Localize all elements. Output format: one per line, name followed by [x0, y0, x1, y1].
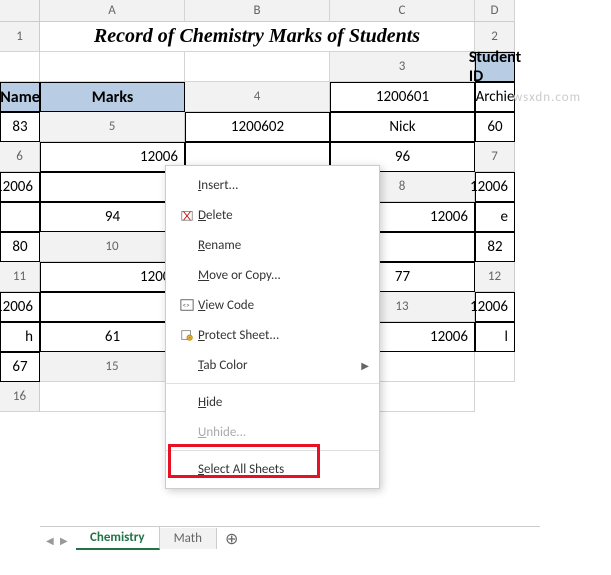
row-header-11[interactable]: 11 [0, 262, 40, 292]
row-header-5[interactable]: 5 [40, 112, 185, 142]
submenu-arrow-icon: ▶ [361, 359, 369, 372]
cell-b2[interactable] [0, 52, 40, 82]
cell-d15[interactable] [475, 352, 515, 382]
row-header-7[interactable]: 7 [475, 142, 515, 172]
tab-chemistry[interactable]: Chemistry [76, 527, 160, 550]
menu-hide[interactable]: Hide [166, 387, 379, 417]
cell[interactable]: 82 [475, 232, 515, 262]
select-all-corner[interactable] [0, 0, 40, 22]
row-header-16[interactable]: 16 [0, 382, 40, 412]
tab-color-icon [176, 357, 198, 373]
menu-tab-color[interactable]: Tab Color ▶ [166, 350, 379, 380]
protect-icon [176, 327, 198, 343]
cell[interactable]: 1200602 [185, 112, 330, 142]
svg-text:<>: <> [183, 301, 190, 310]
cell[interactable]: h [0, 322, 40, 352]
cell[interactable]: 12006 [40, 142, 185, 172]
cell[interactable] [40, 292, 185, 322]
menu-select-all-sheets[interactable]: Select All Sheets [166, 454, 379, 484]
move-icon [176, 267, 198, 283]
menu-insert[interactable]: Insert... [166, 170, 379, 200]
cell-d2[interactable] [185, 52, 330, 82]
hide-icon [176, 394, 198, 410]
sheet-context-menu: Insert... Delete Rename Move or Copy... … [165, 165, 380, 489]
code-icon: <> [176, 297, 198, 313]
header-marks[interactable]: Marks [40, 82, 185, 112]
sheet-tabs: ◀ ▶ Chemistry Math ⊕ [40, 526, 540, 550]
new-sheet-button[interactable]: ⊕ [217, 527, 246, 551]
cell[interactable]: 1200601 [330, 82, 475, 112]
cell-b16[interactable] [40, 382, 185, 412]
menu-unhide[interactable]: Unhide... [166, 417, 379, 447]
row-header-10[interactable]: 10 [40, 232, 185, 262]
cell[interactable]: 12006 [475, 292, 515, 322]
row-header-1[interactable]: 1 [0, 22, 40, 52]
menu-label: Protect Sheet... [198, 328, 369, 343]
menu-label: View Code [198, 298, 369, 313]
cell-c2[interactable] [40, 52, 185, 82]
menu-label: Rename [198, 238, 369, 253]
unhide-icon [176, 424, 198, 440]
menu-protect-sheet[interactable]: Protect Sheet... [166, 320, 379, 350]
menu-label: Move or Copy... [198, 268, 369, 283]
page-title: Record of Chemistry Marks of Students [40, 22, 475, 52]
menu-separator [166, 450, 379, 451]
cell[interactable]: 12006 [475, 172, 515, 202]
menu-label: Select All Sheets [198, 462, 369, 477]
row-header-4[interactable]: 4 [185, 82, 330, 112]
row-header-12[interactable]: 12 [475, 262, 515, 292]
cell[interactable]: 83 [0, 112, 40, 142]
cell[interactable]: 67 [0, 352, 40, 382]
cell[interactable]: 12006 [40, 262, 185, 292]
menu-delete[interactable]: Delete [166, 200, 379, 230]
cell[interactable]: 12006 [0, 172, 40, 202]
cell[interactable]: Nick [330, 112, 475, 142]
cell[interactable]: 80 [0, 232, 40, 262]
header-name[interactable]: Name [0, 82, 40, 112]
cell[interactable]: l [475, 322, 515, 352]
cell[interactable]: 61 [40, 322, 185, 352]
delete-icon [176, 207, 198, 223]
rename-icon [176, 237, 198, 253]
menu-label: Unhide... [198, 425, 369, 440]
menu-label: Insert... [198, 178, 369, 193]
col-header-d[interactable]: D [475, 0, 515, 22]
cell[interactable] [0, 202, 40, 232]
cell[interactable]: 12006 [0, 292, 40, 322]
insert-icon [176, 177, 198, 193]
col-header-b[interactable]: B [185, 0, 330, 22]
col-header-c[interactable]: C [330, 0, 475, 22]
cell[interactable]: 60 [475, 112, 515, 142]
menu-label: Tab Color [198, 358, 361, 373]
menu-separator [166, 383, 379, 384]
cell[interactable]: e [475, 202, 515, 232]
tab-next-icon[interactable]: ▶ [60, 534, 70, 544]
row-header-3[interactable]: 3 [330, 52, 475, 82]
row-header-15[interactable]: 15 [40, 352, 185, 382]
cell[interactable]: Archie [475, 82, 515, 112]
menu-label: Delete [198, 208, 369, 223]
select-all-icon [176, 461, 198, 477]
menu-rename[interactable]: Rename [166, 230, 379, 260]
header-student-id[interactable]: Student ID [475, 52, 515, 82]
col-header-a[interactable]: A [40, 0, 185, 22]
menu-move-copy[interactable]: Move or Copy... [166, 260, 379, 290]
cell[interactable] [40, 172, 185, 202]
menu-view-code[interactable]: <> View Code [166, 290, 379, 320]
menu-label: Hide [198, 395, 369, 410]
tab-math[interactable]: Math [160, 528, 217, 549]
cell[interactable]: 94 [40, 202, 185, 232]
tab-prev-icon[interactable]: ◀ [46, 534, 56, 544]
row-header-6[interactable]: 6 [0, 142, 40, 172]
